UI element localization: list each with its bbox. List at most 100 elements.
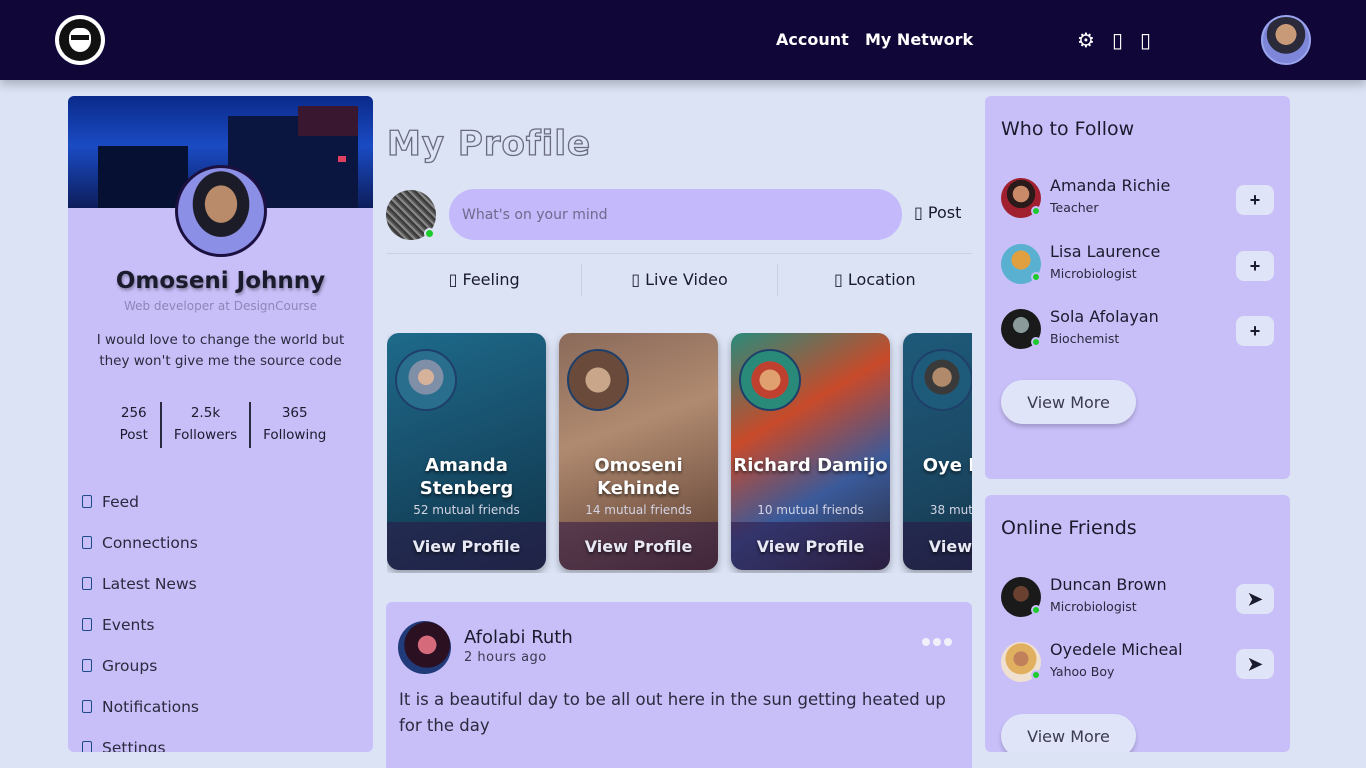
- sidebar-menu: Feed Connections Latest News Events Grou…: [82, 481, 352, 752]
- post-composer-input[interactable]: [449, 189, 902, 240]
- stat-following[interactable]: 365 Following: [249, 402, 338, 448]
- news-icon: [82, 577, 92, 590]
- post-author-avatar[interactable]: [398, 621, 451, 674]
- online-friend: Duncan Brown Microbiologist ➤: [1001, 575, 1275, 619]
- person-role: Yahoo Boy: [1050, 664, 1115, 679]
- post-body: It is a beautiful day to be all out here…: [399, 690, 946, 735]
- post-timestamp: 2 hours ago: [464, 650, 547, 665]
- online-indicator: [1031, 272, 1041, 282]
- nav-my-network-link[interactable]: My Network: [865, 30, 973, 49]
- connections-icon: [82, 536, 92, 549]
- follow-button[interactable]: +: [1236, 251, 1274, 281]
- post-button[interactable]: ▯ Post: [914, 203, 961, 222]
- sidebar-item-groups[interactable]: Groups: [82, 645, 352, 686]
- stat-label: Post: [119, 427, 148, 443]
- send-message-button[interactable]: ➤: [1236, 649, 1274, 679]
- page-title: My Profile: [386, 123, 592, 164]
- view-more-button[interactable]: View More: [1001, 380, 1136, 424]
- friend-card[interactable]: Amanda Stenberg 52 mutual friends View P…: [387, 333, 546, 570]
- profile-avatar[interactable]: [175, 165, 267, 257]
- feeling-button[interactable]: ▯ Feeling: [387, 264, 581, 296]
- send-message-button[interactable]: ➤: [1236, 584, 1274, 614]
- online-indicator: [1031, 337, 1041, 347]
- follow-suggestion: Sola Afolayan Biochemist +: [1001, 307, 1275, 351]
- online-indicator: [1031, 670, 1041, 680]
- logo-icon: [59, 19, 101, 61]
- stat-posts[interactable]: 256 Post: [108, 402, 160, 448]
- sidebar-item-latest-news[interactable]: Latest News: [82, 563, 352, 604]
- card-name: Amanda Stenberg: [419, 455, 514, 499]
- card-mutual-friends: 14 mutual friends: [585, 503, 692, 517]
- online-indicator: [424, 228, 435, 239]
- location-button[interactable]: ▯ Location: [776, 264, 972, 296]
- person-name[interactable]: Lisa Laurence: [1050, 242, 1160, 261]
- stat-followers[interactable]: 2.5k Followers: [159, 402, 249, 448]
- view-profile-button[interactable]: View Profile: [387, 522, 546, 570]
- profile-name: Omoseni Johnny: [115, 268, 326, 294]
- profile-stats: 256 Post 2.5k Followers 365 Following: [103, 402, 343, 448]
- card-name: Oye Mic: [922, 455, 972, 476]
- feed-icon: [82, 495, 92, 508]
- card-avatar: [739, 349, 801, 411]
- sidebar-item-events[interactable]: Events: [82, 604, 352, 645]
- composer-actions: ▯ Feeling ▯ Live Video ▯ Location: [387, 264, 972, 296]
- post-author-name[interactable]: Afolabi Ruth: [464, 627, 573, 648]
- friend-card[interactable]: Omoseni Kehinde 14 mutual friends View P…: [559, 333, 718, 570]
- person-name[interactable]: Duncan Brown: [1050, 575, 1167, 594]
- messages-icon[interactable]: ▯: [1112, 28, 1123, 52]
- panel-title: Online Friends: [1001, 517, 1137, 539]
- online-friend: Oyedele Micheal Yahoo Boy ➤: [1001, 640, 1275, 684]
- sidebar-item-settings[interactable]: Settings: [82, 727, 352, 752]
- card-avatar: [911, 349, 972, 411]
- user-avatar[interactable]: [1261, 15, 1311, 65]
- card-mutual-friends: 52 mutual friends: [413, 503, 520, 517]
- sidebar-item-label: Notifications: [102, 697, 200, 716]
- groups-icon: [82, 659, 92, 672]
- person-name[interactable]: Sola Afolayan: [1050, 307, 1159, 326]
- logo[interactable]: [55, 15, 105, 65]
- follow-suggestion: Amanda Richie Teacher +: [1001, 176, 1275, 220]
- card-avatar: [395, 349, 457, 411]
- notifications-icon[interactable]: ▯: [1140, 28, 1151, 52]
- person-role: Teacher: [1050, 200, 1099, 215]
- view-more-button[interactable]: View More: [1001, 714, 1136, 752]
- person-name[interactable]: Amanda Richie: [1050, 176, 1170, 195]
- card-name: Richard Damijo: [733, 455, 888, 476]
- nav-account-link[interactable]: Account: [776, 30, 849, 49]
- feed-post: Afolabi Ruth 2 hours ago It is a beautif…: [386, 602, 972, 768]
- live-video-button[interactable]: ▯ Live Video: [581, 264, 776, 296]
- profile-sidebar: Omoseni Johnny Web developer at DesignCo…: [68, 96, 373, 752]
- bell-icon: [82, 700, 92, 713]
- panel-title: Who to Follow: [1001, 118, 1135, 140]
- sidebar-item-notifications[interactable]: Notifications: [82, 686, 352, 727]
- follow-button[interactable]: +: [1236, 316, 1274, 346]
- view-profile-button[interactable]: View Profile: [731, 522, 890, 570]
- suggested-friends-carousel: Amanda Stenberg 52 mutual friends View P…: [387, 333, 972, 573]
- card-name: Omoseni Kehinde: [594, 455, 683, 499]
- stat-value: 365: [281, 405, 308, 421]
- sidebar-item-label: Feed: [102, 492, 139, 511]
- stat-label: Following: [263, 427, 327, 443]
- more-options-icon[interactable]: [922, 638, 952, 646]
- sidebar-item-label: Settings: [102, 738, 166, 753]
- online-indicator: [1031, 605, 1041, 615]
- friend-card[interactable]: Richard Damijo 10 mutual friends View Pr…: [731, 333, 890, 570]
- view-profile-button[interactable]: View Profile: [559, 522, 718, 570]
- online-indicator: [1031, 206, 1041, 216]
- card-mutual-friends: 10 mutual friends: [757, 503, 864, 517]
- view-profile-button[interactable]: View: [903, 522, 972, 570]
- sidebar-item-connections[interactable]: Connections: [82, 522, 352, 563]
- follow-button[interactable]: +: [1236, 185, 1274, 215]
- friend-card[interactable]: Oye Mic 38 mut View: [903, 333, 972, 570]
- settings-icon: [82, 741, 92, 752]
- sidebar-item-label: Events: [102, 615, 155, 634]
- sidebar-item-label: Connections: [102, 533, 198, 552]
- gear-icon[interactable]: ⚙: [1077, 28, 1095, 52]
- card-avatar: [567, 349, 629, 411]
- card-mutual-friends: 38 mut: [929, 503, 972, 517]
- stat-label: Followers: [173, 427, 238, 443]
- sidebar-item-feed[interactable]: Feed: [82, 481, 352, 522]
- stat-value: 2.5k: [190, 405, 221, 421]
- online-friends-panel: Online Friends Duncan Brown Microbiologi…: [985, 495, 1290, 752]
- person-name[interactable]: Oyedele Micheal: [1050, 640, 1183, 659]
